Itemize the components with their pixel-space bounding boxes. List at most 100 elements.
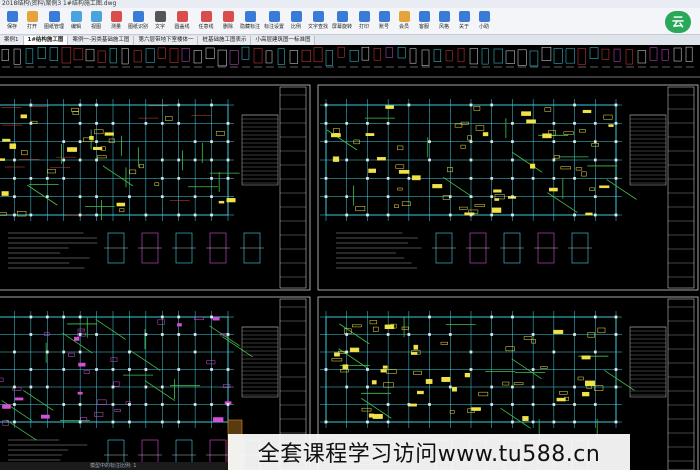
toolbar-button-3[interactable]: 编辑: [66, 8, 86, 35]
cad-linework: [577, 48, 586, 65]
toolbar-button-15[interactable]: 屏幕旋转: [330, 8, 354, 35]
cad-linework: [451, 387, 457, 392]
support-icon: [418, 11, 430, 22]
cad-linework: [193, 213, 197, 217]
cad-linework: [581, 355, 591, 360]
window-title: 2018结构\资料\案例3 1#结构施工图.dwg: [0, 0, 700, 8]
toolbar-button-label: 客服: [418, 24, 429, 30]
toolbar-button-6[interactable]: 图纸识别: [126, 8, 150, 35]
cad-linework: [325, 50, 333, 66]
cad-drawing-sheets[interactable]: [0, 45, 700, 470]
toolbar-button-18[interactable]: 会员: [394, 8, 414, 35]
cad-linework: [78, 140, 82, 144]
cad-linework: [559, 391, 568, 395]
cad-linework: [40, 414, 50, 419]
cad-linework: [582, 391, 590, 397]
cad-linework: [193, 350, 197, 354]
toolbar-button-5[interactable]: 测量: [106, 8, 126, 35]
cad-linework: [45, 176, 49, 180]
cad-linework: [469, 368, 473, 371]
cad-linework: [145, 48, 155, 63]
toolbar-button-8[interactable]: 圆盖线: [170, 8, 194, 35]
cad-linework: [313, 47, 323, 63]
assistant-icon: [478, 11, 490, 22]
tab-3[interactable]: 第六层带地下室楼体一: [134, 35, 199, 45]
cad-linework: [531, 385, 535, 389]
cad-linework: [464, 372, 471, 378]
cad-linework: [0, 84, 311, 291]
cad-linework: [445, 50, 453, 62]
cad-linework: [160, 195, 164, 199]
cad-linework: [542, 133, 552, 139]
cad-linework: [530, 163, 536, 169]
cad-linework: [177, 333, 181, 336]
cad-linework: [94, 129, 104, 135]
toolbar-button-14[interactable]: 文字查找: [306, 8, 330, 35]
cad-linework: [45, 315, 49, 319]
tab-4[interactable]: 桩基础施工图表示: [198, 35, 252, 45]
cad-linework: [401, 326, 409, 330]
cad-linework: [177, 323, 182, 327]
toolbar-button-1[interactable]: 打开: [22, 8, 42, 35]
drawing-canvas[interactable]: [0, 45, 700, 470]
toolbar-button-12[interactable]: 标注设置: [262, 8, 286, 35]
toolbar-button-13[interactable]: 比例: [286, 8, 306, 35]
cad-linework: [45, 195, 49, 199]
toolbar-button-10[interactable]: 删除: [218, 8, 238, 35]
cad-linework: [13, 403, 16, 406]
cad-linework: [385, 47, 393, 58]
toolbar-button-4[interactable]: 视图: [86, 8, 106, 35]
toolbar-button-21[interactable]: 关于: [454, 8, 474, 35]
cad-linework: [95, 195, 98, 199]
cad-linework: [45, 350, 49, 354]
cad-linework: [144, 368, 148, 371]
toolbar-button-11[interactable]: 隐藏标注: [238, 8, 262, 35]
cad-linework: [345, 195, 349, 199]
toolbar-button-label: 文字查找: [307, 24, 328, 30]
cad-linework: [541, 47, 552, 61]
cad-linework: [177, 103, 181, 107]
toolbar-button-2[interactable]: 图纸管理: [42, 8, 66, 35]
toolbar-button-19[interactable]: 客服: [414, 8, 434, 35]
cad-linework: [649, 47, 658, 61]
toolbar-button-label: 隐藏标注: [239, 24, 260, 30]
cad-linework: [210, 403, 213, 406]
cad-linework: [177, 121, 181, 125]
toolbar-button-7[interactable]: 文字: [150, 8, 170, 35]
cad-linework: [386, 195, 390, 199]
toolbar-button-9[interactable]: 任意线: [194, 8, 218, 35]
toolbar-button-22[interactable]: 小助: [474, 8, 494, 35]
toolbar-button-17[interactable]: 账号: [374, 8, 394, 35]
cad-linework: [13, 158, 16, 162]
tab-2[interactable]: 案例一-另类基础施工图: [68, 35, 135, 45]
cad-linework: [614, 103, 618, 107]
vip-icon: [398, 11, 410, 22]
cad-linework: [493, 189, 502, 193]
cad-linework: [349, 50, 359, 62]
cad-linework: [593, 158, 597, 162]
cad-linework: [241, 326, 279, 398]
cad-linework: [459, 206, 468, 210]
cad-linework: [14, 397, 24, 401]
cad-linework: [78, 350, 82, 354]
toolbar-button-0[interactable]: 保存: [2, 8, 22, 35]
cad-linework: [625, 49, 633, 65]
tab-1[interactable]: 1#结构施工图: [23, 35, 69, 45]
cad-linework: [511, 151, 543, 173]
cad-linework: [241, 114, 279, 186]
cad-linework: [531, 333, 535, 336]
toolbar-button-label: 打印: [358, 24, 369, 30]
cad-linework: [331, 133, 341, 138]
toolbar-button-label: 圆盖线: [174, 24, 190, 30]
cad-linework: [177, 158, 181, 162]
cad-linework: [144, 385, 148, 389]
tab-5[interactable]: 小高层建筑图一标准图: [251, 35, 316, 45]
cad-linework: [493, 48, 503, 64]
tab-0[interactable]: 案例1: [0, 35, 24, 45]
cad-linework: [585, 212, 593, 216]
toolbar-button-20[interactable]: 风格: [434, 8, 454, 35]
toolbar-button-16[interactable]: 打印: [354, 8, 374, 35]
cad-linework: [277, 48, 285, 65]
cad-linework: [573, 176, 576, 180]
cad-linework: [77, 328, 85, 332]
